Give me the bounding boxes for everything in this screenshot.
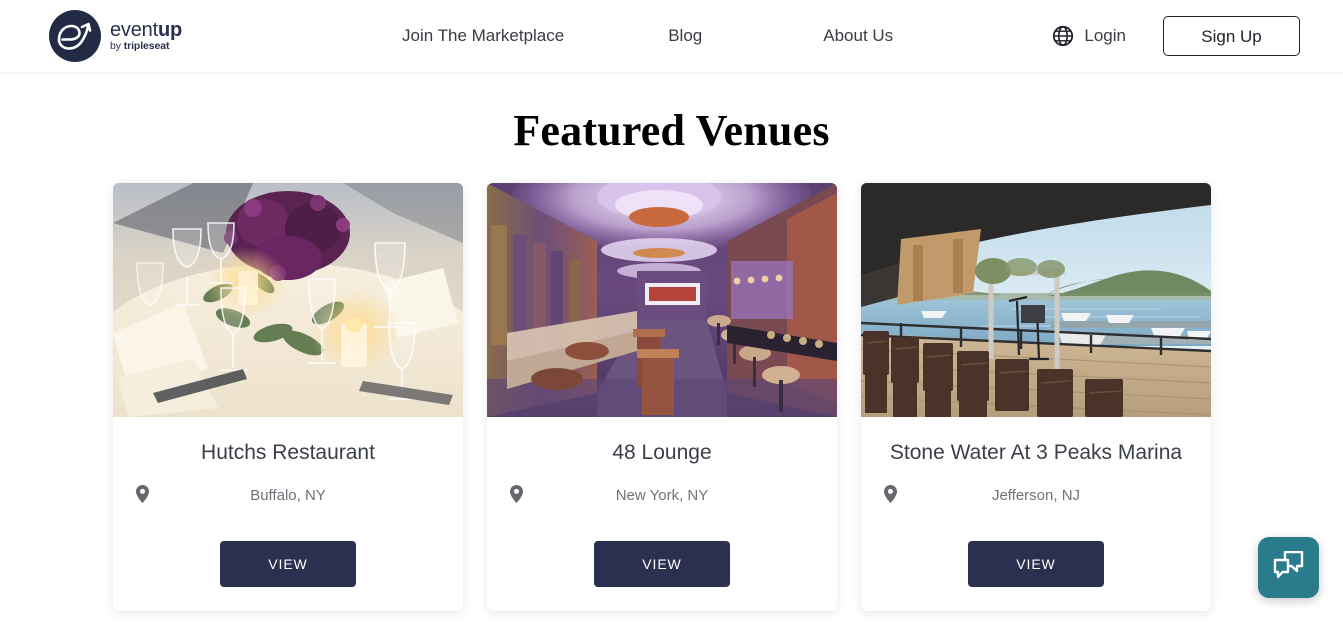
chat-bubbles-icon [1273, 550, 1304, 585]
nav-item-blog[interactable]: Blog [668, 26, 702, 46]
venue-card-body: Stone Water At 3 Peaks Marina Jefferson,… [861, 417, 1211, 587]
login-label: Login [1084, 26, 1126, 45]
venue-title: Stone Water At 3 Peaks Marina [889, 441, 1183, 464]
map-pin-icon [510, 485, 523, 508]
venue-view-button[interactable]: VIEW [220, 541, 356, 587]
venue-card[interactable]: 48 Lounge New York, NY VIEW [487, 183, 837, 611]
venue-image [113, 183, 463, 417]
logo-wordmark: eventup [110, 20, 182, 40]
venue-image [487, 183, 837, 417]
nav-item-about-us[interactable]: About Us [823, 26, 893, 46]
venue-location: Jefferson, NJ [991, 486, 1081, 504]
featured-venues-list: Hutchs Restaurant Buffalo, NY VIEW 48 Lo… [0, 183, 1343, 611]
venue-card[interactable]: Hutchs Restaurant Buffalo, NY VIEW [113, 183, 463, 611]
venue-location-row: New York, NY [487, 485, 837, 505]
nav-item-join-the-marketplace[interactable]: Join The Marketplace [402, 26, 564, 46]
map-pin-icon [884, 485, 897, 508]
globe-icon [1052, 25, 1074, 47]
venue-card-body: 48 Lounge New York, NY VIEW [487, 417, 837, 587]
venue-card-body: Hutchs Restaurant Buffalo, NY VIEW [113, 417, 463, 587]
chat-widget-button[interactable] [1258, 537, 1319, 598]
venue-title: Hutchs Restaurant [201, 441, 375, 464]
login-link[interactable]: Login [1052, 25, 1126, 47]
venue-location-row: Jefferson, NJ [861, 485, 1211, 505]
logo-word-up: up [157, 19, 182, 42]
venue-location-row: Buffalo, NY [113, 485, 463, 505]
logo-word-event: event [110, 19, 158, 42]
logo-tagline-brand: tripleseat [123, 40, 170, 53]
venue-image [861, 183, 1211, 417]
venue-location: New York, NY [615, 486, 709, 504]
site-header: eventup by tripleseat Join The Marketpla… [0, 0, 1343, 72]
venue-location: Buffalo, NY [250, 486, 326, 504]
venue-view-button[interactable]: VIEW [968, 541, 1104, 587]
venue-title: 48 Lounge [612, 441, 712, 464]
logo-tagline: by tripleseat [110, 41, 182, 52]
main-navigation: Join The Marketplace Blog About Us [402, 0, 893, 72]
logo-tagline-prefix: by [110, 40, 124, 53]
venue-view-button[interactable]: VIEW [594, 541, 730, 587]
map-pin-icon [136, 485, 149, 508]
header-actions: Login Sign Up [1052, 0, 1300, 72]
logo[interactable]: eventup by tripleseat [49, 10, 182, 62]
signup-button[interactable]: Sign Up [1163, 16, 1300, 56]
eventup-logo-icon [49, 10, 101, 62]
page-title: Featured Venues [513, 106, 830, 155]
venue-card[interactable]: Stone Water At 3 Peaks Marina Jefferson,… [861, 183, 1211, 611]
